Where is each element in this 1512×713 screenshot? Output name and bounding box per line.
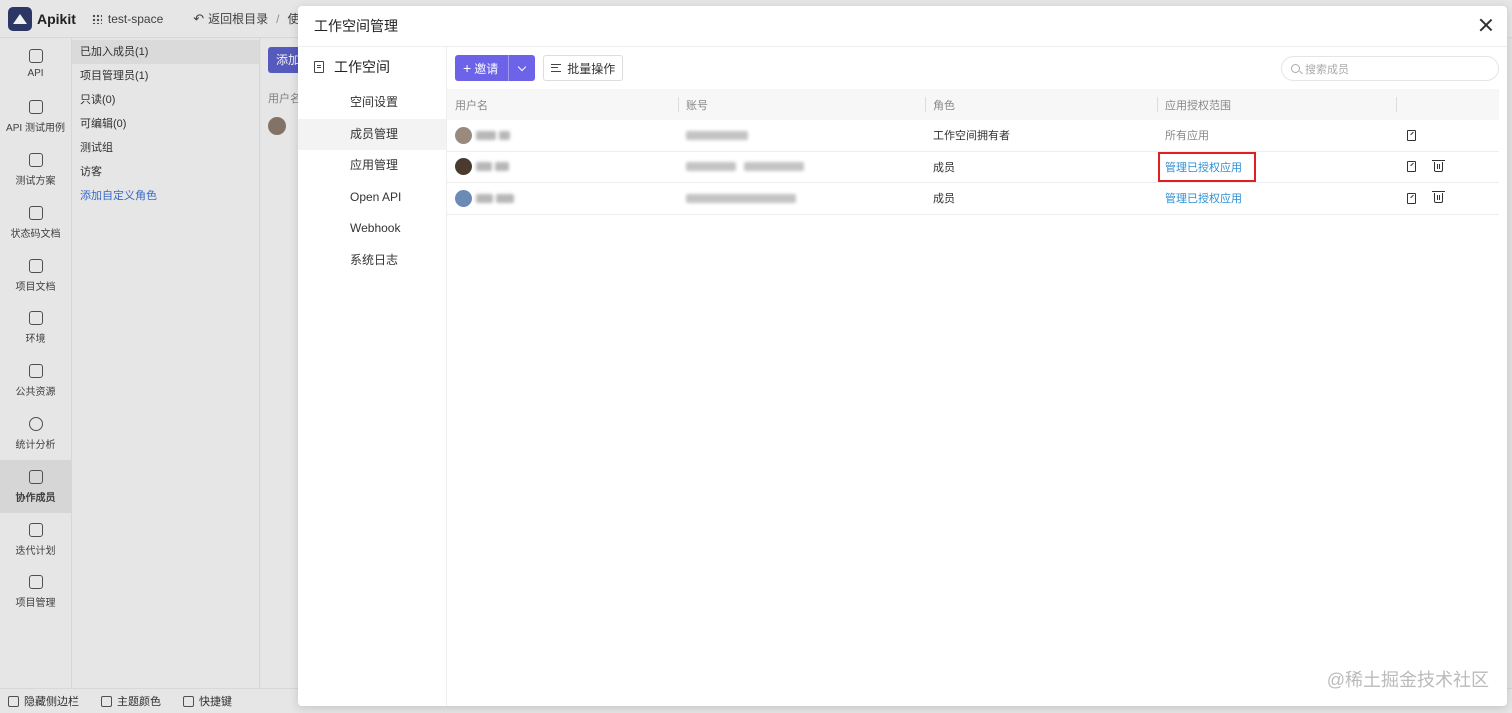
blurred-username: [476, 162, 492, 172]
member-management-panel: + 邀请 批量操作 搜索成员 用户名 账号 角色 应用授权范围 工作空间拥有者 所有应用…: [447, 47, 1507, 706]
table-row: 工作空间拥有者 所有应用: [447, 120, 1499, 152]
trash-icon[interactable]: [1432, 159, 1445, 172]
batch-label: 批量操作: [567, 61, 616, 76]
avatar: [455, 158, 472, 176]
blurred-username: [476, 193, 493, 203]
row-actions: [1396, 152, 1499, 183]
toolbar: + 邀请 批量操作 搜索成员: [447, 47, 1507, 89]
edit-icon[interactable]: [1407, 192, 1416, 204]
blurred-account: [686, 193, 796, 203]
side-nav-header: 工作空间: [298, 47, 446, 87]
side-nav-item[interactable]: 系统日志: [298, 245, 446, 277]
batch-operation-button[interactable]: 批量操作: [543, 55, 624, 81]
username-cell: [447, 152, 678, 183]
blurred-account: [686, 162, 736, 172]
side-nav-item[interactable]: 空间设置: [298, 87, 446, 119]
blurred-username: [499, 130, 510, 140]
modal-header: 工作空间管理: [298, 6, 1507, 47]
members-table: 用户名 账号 角色 应用授权范围 工作空间拥有者 所有应用 成员 管理已授权应用 成员 管理已授…: [447, 89, 1499, 215]
search-input[interactable]: 搜索成员: [1281, 56, 1499, 81]
table-row: 成员 管理已授权应用: [447, 151, 1499, 183]
manage-authorized-apps-link[interactable]: 管理已授权应用: [1158, 151, 1256, 182]
username-cell: [447, 120, 678, 151]
side-nav-item[interactable]: 成员管理: [298, 118, 446, 150]
invite-label: 邀请: [474, 61, 499, 76]
invite-dropdown-button[interactable]: [509, 55, 535, 81]
document-icon: [314, 61, 324, 73]
column-header: 用户名: [455, 99, 488, 112]
all-apps-text: 所有应用: [1165, 130, 1209, 143]
scope-cell: 管理已授权应用: [1157, 183, 1396, 214]
edit-icon[interactable]: [1407, 129, 1416, 141]
trash-icon[interactable]: [1432, 191, 1445, 204]
plus-icon: +: [463, 60, 472, 76]
search-placeholder: 搜索成员: [1305, 63, 1349, 76]
account-cell: [678, 152, 925, 183]
account-cell: [678, 120, 925, 151]
invite-button[interactable]: + 邀请: [455, 55, 510, 81]
username-cell: [447, 183, 678, 214]
table-body: 工作空间拥有者 所有应用 成员 管理已授权应用 成员 管理已授权应用: [447, 120, 1499, 215]
column-header: [1396, 89, 1499, 120]
close-icon[interactable]: [1479, 18, 1493, 32]
workspace-management-modal: 工作空间管理 工作空间 空间设置 成员管理 应用管理 Open API Webhook 系…: [298, 6, 1507, 706]
list-icon: [551, 64, 562, 72]
blurred-username: [476, 130, 496, 140]
avatar: [455, 126, 472, 144]
scope-cell: 管理已授权应用: [1157, 151, 1396, 183]
invite-button-group: + 邀请: [455, 55, 536, 81]
side-nav-item[interactable]: Open API: [298, 182, 446, 214]
role-cell: 工作空间拥有者: [933, 130, 1010, 143]
table-header: 用户名 账号 角色 应用授权范围: [447, 89, 1499, 120]
blurred-account: [744, 162, 804, 172]
blurred-username: [496, 193, 514, 203]
edit-icon[interactable]: [1407, 161, 1416, 173]
modal-side-nav: 工作空间 空间设置 成员管理 应用管理 Open API Webhook 系统日志: [298, 47, 447, 706]
blurred-username: [495, 162, 509, 172]
account-cell: [678, 183, 925, 214]
side-nav-item[interactable]: 应用管理: [298, 150, 446, 182]
blurred-account: [686, 130, 748, 140]
chevron-down-icon: [517, 62, 527, 71]
table-row: 成员 管理已授权应用: [447, 183, 1499, 215]
role-cell: 成员: [933, 161, 955, 174]
scope-cell: 所有应用: [1157, 120, 1396, 151]
avatar: [455, 189, 472, 207]
row-actions: [1396, 183, 1499, 214]
modal-title: 工作空间管理: [314, 18, 398, 34]
column-header: 应用授权范围: [1157, 89, 1396, 120]
row-actions: [1396, 120, 1499, 151]
watermark: @稀土掘金技术社区: [1326, 670, 1489, 690]
role-cell: 成员: [933, 193, 955, 206]
search-icon: [1291, 64, 1300, 73]
column-header: 账号: [678, 89, 925, 120]
side-nav-item[interactable]: Webhook: [298, 213, 446, 245]
side-nav-title: 工作空间: [334, 59, 390, 75]
manage-authorized-apps-link[interactable]: 管理已授权应用: [1165, 190, 1242, 206]
column-header: 角色: [925, 89, 1157, 120]
